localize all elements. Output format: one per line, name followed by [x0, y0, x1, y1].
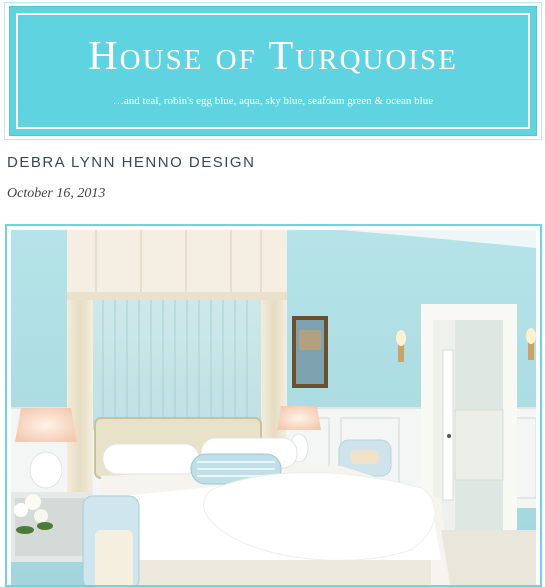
blog-title[interactable]: House of Turquoise [10, 35, 536, 76]
post-title[interactable]: DEBRA LYNN HENNO DESIGN [7, 154, 255, 171]
bedroom-photo[interactable] [11, 230, 536, 585]
post-date: October 16, 2013 [7, 186, 106, 201]
blog-header-banner[interactable]: House of Turquoise …and teal, robin's eg… [4, 2, 542, 140]
banner-background: House of Turquoise …and teal, robin's eg… [9, 6, 537, 136]
post-image-frame [5, 224, 542, 587]
blog-tagline: …and teal, robin's egg blue, aqua, sky b… [112, 95, 434, 107]
